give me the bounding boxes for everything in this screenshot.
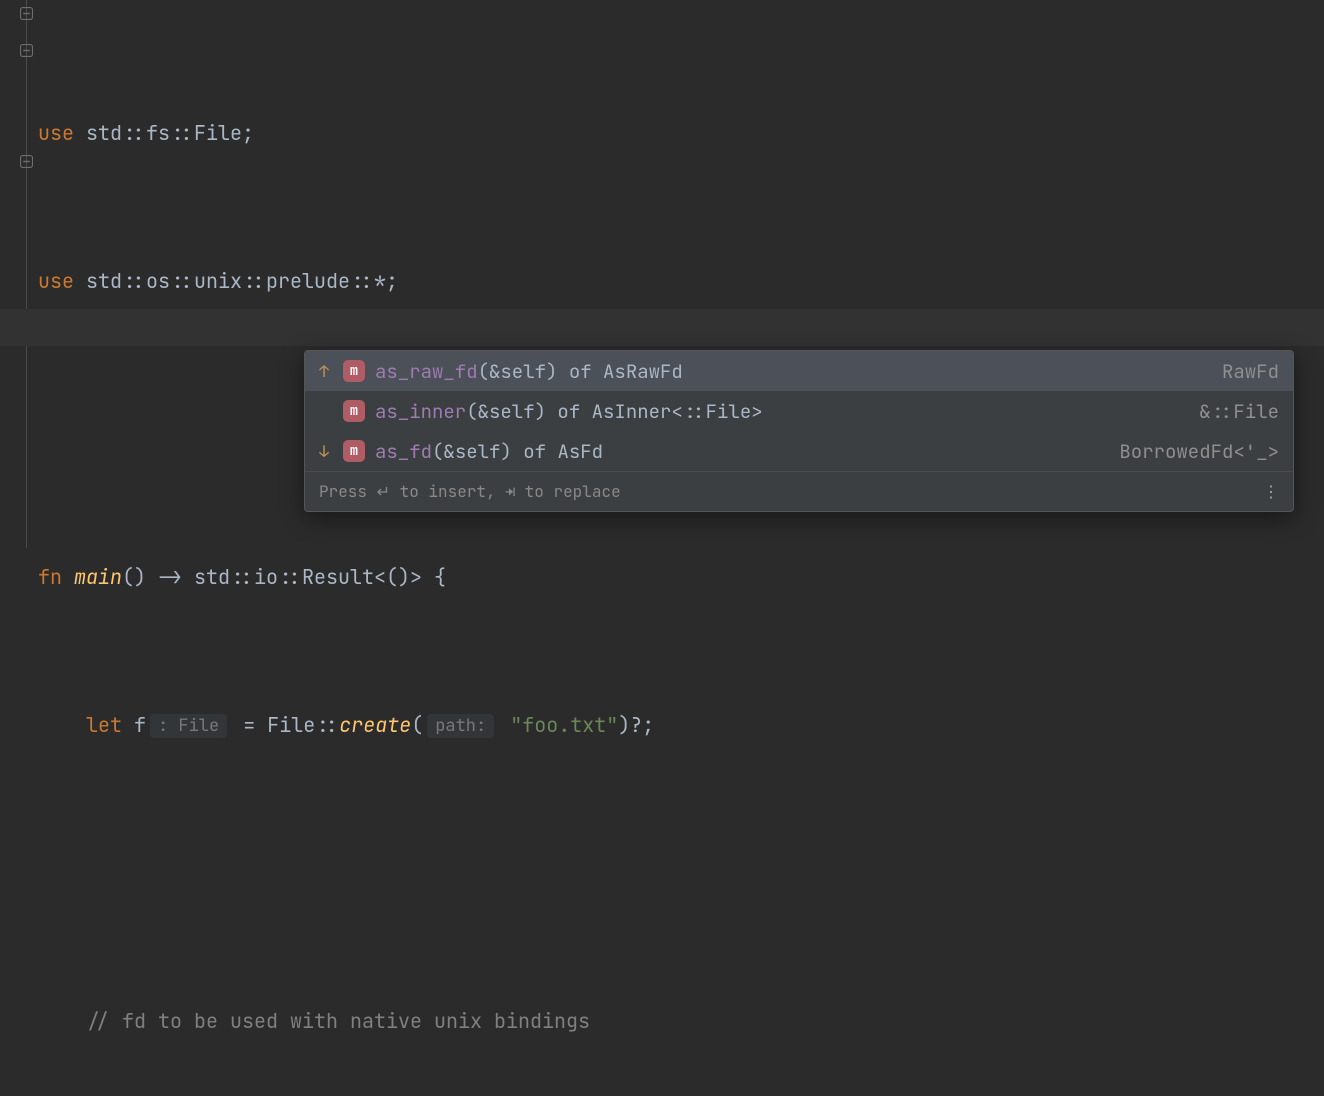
var: f: [134, 707, 146, 744]
return-type: &::File: [1199, 399, 1279, 424]
keyword: let: [86, 707, 122, 744]
code-text: [62, 559, 74, 596]
code-area[interactable]: use std::fs::File; use std::os::unix::pr…: [0, 4, 1324, 1096]
fold-icon[interactable]: [20, 44, 33, 57]
method-name: as_raw_fd: [375, 359, 478, 384]
comment: // fd to be used with native unix bindin…: [86, 1003, 590, 1040]
type-hint: : File: [150, 714, 227, 738]
code-text: [498, 707, 510, 744]
completion-item[interactable]: ↓ m as_fd(&self) of AsFd BorrowedFd<'_>: [305, 431, 1293, 471]
priority-up-icon: ↑: [315, 361, 333, 382]
code-line[interactable]: let f: File = File::create(path: "foo.tx…: [38, 707, 1324, 744]
completion-item[interactable]: m as_inner(&self) of AsInner<::File> &::…: [305, 391, 1293, 431]
method-params: (&self): [466, 399, 546, 424]
semicolon: ;: [242, 115, 254, 152]
return-type: BorrowedFd<'_>: [1119, 439, 1279, 464]
completion-label: as_raw_fd(&self) of AsRawFd: [375, 359, 683, 384]
function-name: main: [74, 559, 122, 596]
code-text: [74, 263, 86, 300]
method-badge-icon: m: [343, 440, 365, 462]
footer-text: to insert,: [390, 481, 505, 502]
code-line[interactable]: fn main() -> std::io::Result<()> {: [38, 559, 1324, 596]
gutter: [0, 0, 30, 548]
keyword: use: [38, 263, 74, 300]
tab-key-icon: ⇥: [505, 481, 515, 502]
footer-hint: Press ↵ to insert, ⇥ to replace: [319, 481, 621, 502]
call-name: create: [339, 707, 411, 744]
keyword: use: [38, 115, 74, 152]
method-name: as_fd: [375, 439, 432, 464]
completion-popup[interactable]: ↑ m as_raw_fd(&self) of AsRawFd RawFd m …: [304, 350, 1294, 512]
path: std::os::unix::prelude::*: [86, 263, 386, 300]
of-text: of: [557, 359, 603, 384]
paren: (: [411, 707, 423, 744]
trait-name: AsFd: [557, 439, 603, 464]
code-editor[interactable]: use std::fs::File; use std::os::unix::pr…: [0, 0, 1324, 1096]
completion-label: as_inner(&self) of AsInner<::File>: [375, 399, 763, 424]
indent: [38, 1003, 86, 1040]
fold-guide-line: [26, 0, 27, 548]
string-literal: "foo.txt": [510, 707, 618, 744]
more-options-icon[interactable]: ⋮: [1263, 481, 1279, 502]
method-name: as_inner: [375, 399, 466, 424]
signature: () -> std::io::Result<()> {: [122, 559, 446, 596]
current-line-highlight: [0, 309, 1324, 346]
code-text: [122, 707, 134, 744]
enter-key-icon: ↵: [377, 481, 390, 502]
completion-footer: Press ↵ to insert, ⇥ to replace ⋮: [305, 471, 1293, 511]
trait-name: AsRawFd: [603, 359, 683, 384]
of-text: of: [546, 399, 592, 424]
return-type: RawFd: [1222, 359, 1279, 384]
completion-label: as_fd(&self) of AsFd: [375, 439, 603, 464]
code-text: [74, 115, 86, 152]
fold-icon[interactable]: [20, 155, 33, 168]
eq: =: [231, 707, 267, 744]
method-params: (&self): [478, 359, 558, 384]
indent: [38, 707, 86, 744]
param-hint: path:: [427, 714, 494, 738]
code-line[interactable]: use std::fs::File;: [38, 115, 1324, 152]
semicolon: ;: [386, 263, 398, 300]
completion-item[interactable]: ↑ m as_raw_fd(&self) of AsRawFd RawFd: [305, 351, 1293, 391]
of-text: of: [512, 439, 558, 464]
footer-text: Press: [319, 481, 377, 502]
method-badge-icon: m: [343, 360, 365, 382]
method-params: (&self): [432, 439, 512, 464]
code-line[interactable]: [38, 855, 1324, 892]
trait-name: AsInner<::File>: [592, 399, 763, 424]
paren: )?;: [618, 707, 654, 744]
footer-text: to replace: [515, 481, 621, 502]
call-path: File::: [267, 707, 339, 744]
fold-icon[interactable]: [20, 7, 33, 20]
keyword: fn: [38, 559, 62, 596]
code-line[interactable]: use std::os::unix::prelude::*;: [38, 263, 1324, 300]
path: std::fs::File: [86, 115, 242, 152]
priority-down-icon: ↓: [315, 441, 333, 462]
code-line[interactable]: // fd to be used with native unix bindin…: [38, 1003, 1324, 1040]
method-badge-icon: m: [343, 400, 365, 422]
